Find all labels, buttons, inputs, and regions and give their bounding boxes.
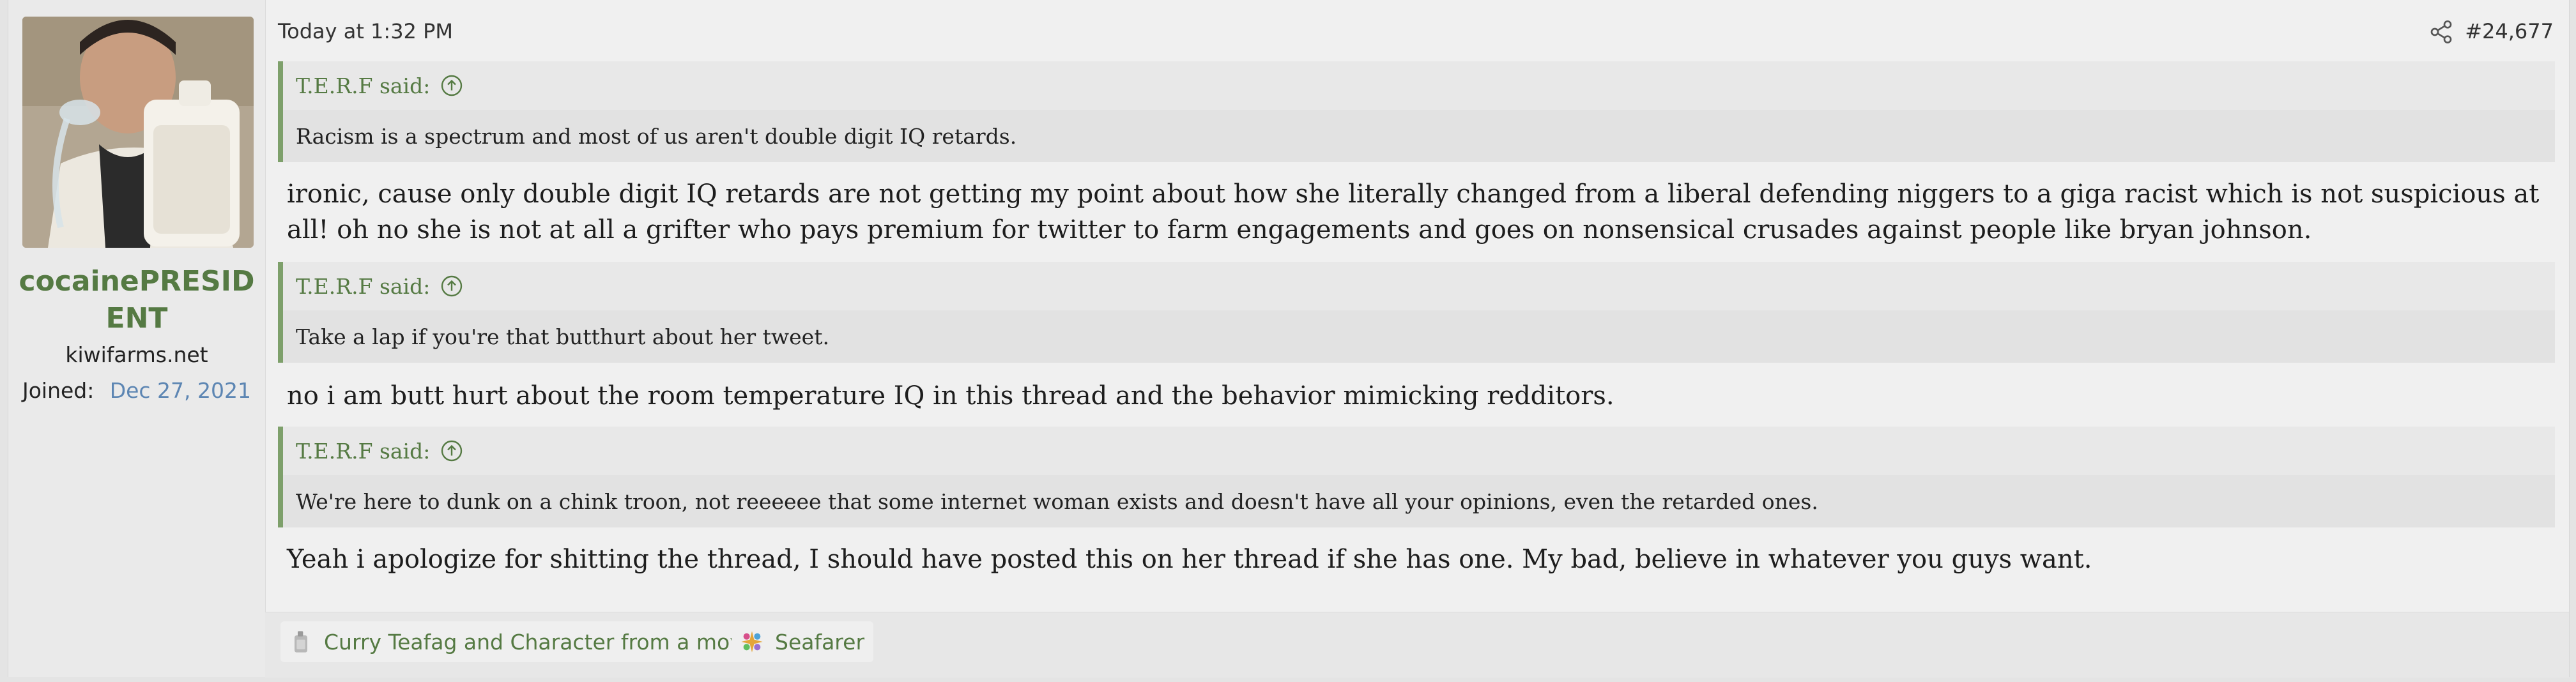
quote-header[interactable]: T.E.R.F said: (283, 61, 2555, 110)
quote-author[interactable]: T.E.R.F said: (296, 73, 430, 98)
reaction-label[interactable]: Seafarer (775, 630, 864, 655)
forum-post: cocainePRESIDENT kiwifarms.net Joined: D… (8, 0, 2570, 678)
reactions-bar: Curry Teafag and Character from a movie … (265, 612, 2569, 678)
quote-author[interactable]: T.E.R.F said: (296, 439, 430, 464)
quote-block: T.E.R.F said: We're here to dunk on a ch… (278, 427, 2555, 527)
reaction-item[interactable]: Seafarer (732, 621, 874, 662)
user-sidebar: cocainePRESIDENT kiwifarms.net Joined: D… (8, 0, 266, 677)
quote-header[interactable]: T.E.R.F said: (283, 262, 2555, 310)
avatar[interactable] (22, 17, 254, 248)
username[interactable]: cocainePRESIDENT (19, 263, 255, 337)
arrow-up-circle-icon[interactable] (440, 74, 463, 97)
message-paragraph: Yeah i apologize for shitting the thread… (287, 545, 2092, 574)
quote-text: Take a lap if you're that butthurt about… (283, 310, 2555, 363)
post-main: Today at 1:32 PM #24,677 T.E.R.F said: R… (265, 0, 2569, 678)
quote-text: Racism is a spectrum and most of us aren… (283, 110, 2555, 162)
quote-block: T.E.R.F said: Racism is a spectrum and m… (278, 61, 2555, 162)
quote-block: T.E.R.F said: Take a lap if you're that … (278, 262, 2555, 363)
post-timestamp[interactable]: Today at 1:32 PM (278, 19, 453, 43)
seafarer-star-icon (741, 631, 763, 653)
quote-header[interactable]: T.E.R.F said: (283, 427, 2555, 475)
message-paragraph: no i am butt hurt about the room tempera… (287, 381, 1614, 411)
message-paragraph: ironic, cause only double digit IQ retar… (287, 179, 2540, 245)
quote-text: We're here to dunk on a chink troon, not… (283, 475, 2555, 527)
share-icon[interactable] (2428, 19, 2454, 45)
arrow-up-circle-icon[interactable] (440, 439, 463, 462)
quote-author[interactable]: T.E.R.F said: (296, 274, 430, 299)
jug-icon (295, 631, 307, 653)
joined-date: Dec 27, 2021 (109, 378, 251, 403)
post-number[interactable]: #24,677 (2465, 19, 2554, 43)
reaction-label[interactable]: Curry Teafag and Character from a movie (324, 630, 761, 655)
user-title: kiwifarms.net (65, 342, 208, 367)
reaction-item[interactable]: Curry Teafag and Character from a movie (280, 621, 770, 662)
arrow-up-circle-icon[interactable] (440, 275, 463, 298)
avatar-image (22, 17, 254, 248)
joined-label: Joined: (22, 378, 95, 403)
